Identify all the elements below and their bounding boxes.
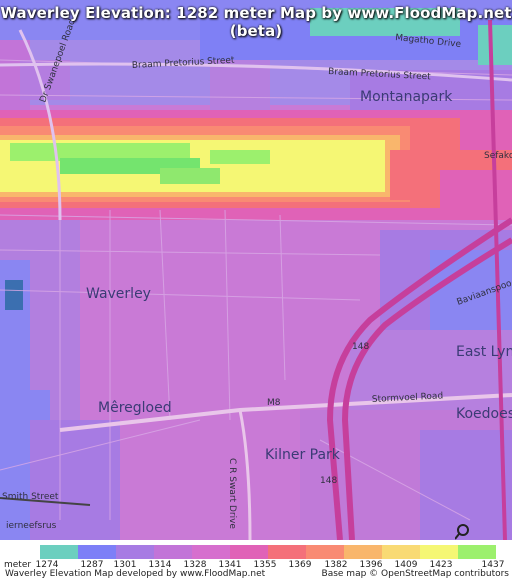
route-148-label: 148 [352,342,369,352]
legend-swatch-1423 [458,545,496,559]
legend-swatch-1382 [344,545,382,559]
elevation-map[interactable]: Montanapark Waverley Mêregloed East Lynn… [0,0,512,540]
place-label-moregloed: Mêregloed [98,400,172,416]
footer-credit[interactable]: Waverley Elevation Map developed by www.… [5,569,265,579]
legend-swatch-1274 [40,545,78,559]
place-label-koedoespoort: Koedoespo [456,406,512,422]
place-label-waverley: Waverley [86,286,151,302]
footer: Waverley Elevation Map developed by www.… [0,569,512,582]
street-label-m8: M8 [267,398,281,408]
openstreetmap-logo[interactable] [454,520,512,540]
street-label-sefako: Sefako [484,151,512,161]
place-label-pierneefsrus: ierneefsrus [6,521,57,531]
magnifier-icon [457,524,469,536]
legend-swatch-1355 [268,545,306,559]
legend-swatch-1314 [154,545,192,559]
footer-attribution[interactable]: Base map © OpenStreetMap contributors [322,569,509,579]
legend-swatch-1341 [230,545,268,559]
route-148-label-2: 148 [320,476,337,486]
legend-swatch-1396 [382,545,420,559]
place-label-montanapark: Montanapark [360,89,453,105]
legend-swatch-1328 [192,545,230,559]
elevation-legend: meter 1274 1287 1301 1314 1328 1341 1355… [0,541,512,570]
legend-swatch-1287 [78,545,116,559]
legend-swatch-1369 [306,545,344,559]
legend-swatch-1409 [420,545,458,559]
map-canvas: Montanapark Waverley Mêregloed East Lynn… [0,0,512,540]
place-label-east-lynn: East Lynn [456,344,512,360]
place-label-kilner-park: Kilner Park [265,447,341,463]
street-label-cr-swart: C R Swart Drive [227,458,237,529]
street-label-smith: Smith Street [2,492,59,502]
map-title: Waverley Elevation: 1282 meter Map by ww… [0,4,512,40]
legend-swatch-1301 [116,545,154,559]
